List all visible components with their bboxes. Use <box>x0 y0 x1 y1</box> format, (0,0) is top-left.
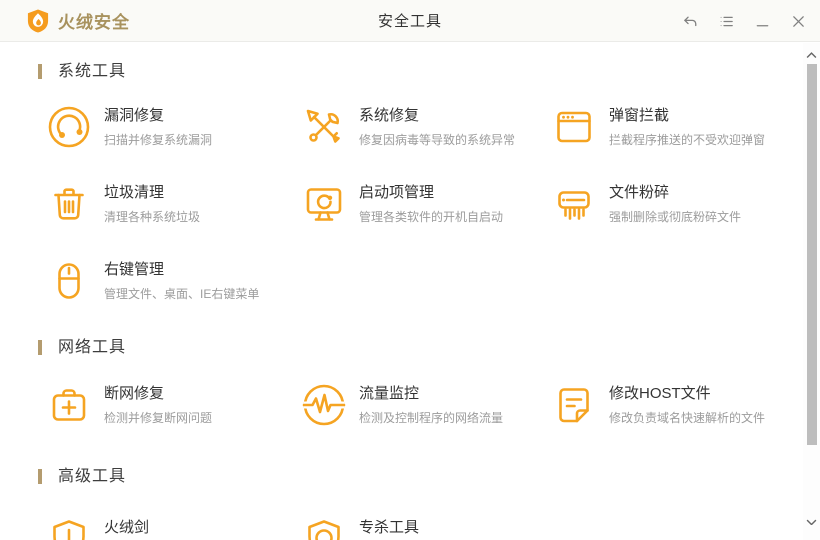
popup-blocker-icon <box>552 105 596 149</box>
tool-desc: 检测及控制程序的网络流量 <box>359 411 504 425</box>
tool-item-file-shredder[interactable]: 文件粉碎强制删除或彻底粉碎文件 <box>552 182 820 228</box>
tool-text: 修改HOST文件修改负责域名快速解析的文件 <box>609 383 765 429</box>
app-brand-name: 火绒安全 <box>58 13 130 32</box>
system-repair-icon <box>302 105 346 149</box>
back-icon[interactable] <box>682 13 698 29</box>
tool-item-vulnerability-fix[interactable]: 漏洞修复扫描并修复系统漏洞 <box>47 105 302 151</box>
page-title: 安全工具 <box>377 13 443 30</box>
section-title: 网络工具 <box>58 339 127 356</box>
app-brand: 火绒安全 <box>27 8 130 33</box>
tool-title: 修改HOST文件 <box>609 385 711 402</box>
section-header: 系统工具 <box>38 62 820 81</box>
tool-desc: 管理各类软件的开机自启动 <box>359 210 504 224</box>
minimize-icon[interactable] <box>754 13 770 29</box>
tool-desc: 管理文件、桌面、IE右键菜单 <box>104 287 260 301</box>
tool-text: 漏洞修复扫描并修复系统漏洞 <box>104 105 212 151</box>
junk-clean-icon <box>47 182 91 226</box>
tool-title: 启动项管理 <box>359 184 435 201</box>
titlebar: 火绒安全 安全工具 <box>0 0 820 42</box>
tool-text: 启动项管理管理各类软件的开机自启动 <box>359 182 503 228</box>
tool-text: 文件粉碎强制删除或彻底粉碎文件 <box>609 182 741 228</box>
section-header: 网络工具 <box>38 338 820 357</box>
tool-desc: 检测并修复断网问题 <box>104 411 213 425</box>
tool-title: 断网修复 <box>104 385 165 402</box>
tools-grid: 断网修复检测并修复断网问题 流量监控检测及控制程序的网络流量 修改HOST文件修改负… <box>47 383 820 429</box>
scroll-down-icon[interactable] <box>806 518 817 526</box>
huorong-logo-icon <box>27 9 49 33</box>
tool-item-context-menu[interactable]: 右键管理管理文件、桌面、IE右键菜单 <box>47 259 302 305</box>
tool-item-junk-clean[interactable]: 垃圾清理清理各种系统垃圾 <box>47 182 302 228</box>
tool-title: 火绒剑 <box>104 519 150 536</box>
tool-text: 火绒剑 <box>104 517 149 540</box>
tool-desc: 扫描并修复系统漏洞 <box>104 133 213 147</box>
tool-text: 断网修复检测并修复断网问题 <box>104 383 212 429</box>
tool-item-specialized-killer[interactable]: 专杀工具 <box>302 517 552 540</box>
host-file-icon <box>552 383 596 427</box>
tool-item-network-repair[interactable]: 断网修复检测并修复断网问题 <box>47 383 302 429</box>
tool-title: 文件粉碎 <box>609 184 670 201</box>
tool-title: 右键管理 <box>104 261 165 278</box>
tool-desc: 拦截程序推送的不受欢迎弹窗 <box>609 133 766 147</box>
section-1: 网络工具断网修复检测并修复断网问题 流量监控检测及控制程序的网络流量 修改HOST文… <box>0 338 820 429</box>
file-shredder-icon <box>552 182 596 226</box>
scrollbar-thumb[interactable] <box>807 64 817 445</box>
section-header: 高级工具 <box>38 467 820 486</box>
tool-item-traffic-monitor[interactable]: 流量监控检测及控制程序的网络流量 <box>302 383 552 429</box>
tool-text: 弹窗拦截拦截程序推送的不受欢迎弹窗 <box>609 105 765 151</box>
scrollbar[interactable] <box>803 43 820 540</box>
tool-desc: 强制删除或彻底粉碎文件 <box>609 210 742 224</box>
tool-title: 系统修复 <box>359 107 420 124</box>
tool-desc: 清理各种系统垃圾 <box>104 210 201 224</box>
tool-desc: 修复因病毒等导致的系统异常 <box>359 133 516 147</box>
tool-item-system-repair[interactable]: 系统修复修复因病毒等导致的系统异常 <box>302 105 552 151</box>
huorong-sword-icon <box>47 517 91 540</box>
section-2: 高级工具火绒剑 专杀工具 <box>0 467 820 540</box>
startup-manager-icon <box>302 182 346 226</box>
section-title: 系统工具 <box>58 63 127 80</box>
network-repair-icon <box>47 383 91 427</box>
tool-text: 右键管理管理文件、桌面、IE右键菜单 <box>104 259 259 305</box>
specialized-killer-icon <box>302 517 346 540</box>
tool-item-host-file[interactable]: 修改HOST文件修改负责域名快速解析的文件 <box>552 383 820 429</box>
window-controls <box>682 0 806 42</box>
tool-title: 流量监控 <box>359 385 420 402</box>
section-accent-bar <box>38 340 42 355</box>
section-0: 系统工具漏洞修复扫描并修复系统漏洞 系统修复修复因病毒等导致的系统异常 弹窗拦截拦截… <box>0 62 820 305</box>
close-icon[interactable] <box>790 13 806 29</box>
section-title: 高级工具 <box>58 468 127 485</box>
tool-text: 专杀工具 <box>359 517 419 540</box>
section-accent-bar <box>38 64 42 79</box>
scroll-up-icon[interactable] <box>806 51 817 59</box>
tools-page: 系统工具漏洞修复扫描并修复系统漏洞 系统修复修复因病毒等导致的系统异常 弹窗拦截拦截… <box>0 62 820 540</box>
tool-title: 垃圾清理 <box>104 184 165 201</box>
vulnerability-fix-icon <box>47 105 91 149</box>
tool-title: 漏洞修复 <box>104 107 165 124</box>
tool-text: 系统修复修复因病毒等导致的系统异常 <box>359 105 515 151</box>
tool-item-huorong-sword[interactable]: 火绒剑 <box>47 517 302 540</box>
section-accent-bar <box>38 469 42 484</box>
tool-text: 垃圾清理清理各种系统垃圾 <box>104 182 200 228</box>
tool-item-startup-manager[interactable]: 启动项管理管理各类软件的开机自启动 <box>302 182 552 228</box>
traffic-monitor-icon <box>302 383 346 427</box>
tool-item-popup-blocker[interactable]: 弹窗拦截拦截程序推送的不受欢迎弹窗 <box>552 105 820 151</box>
tool-title: 弹窗拦截 <box>609 107 670 124</box>
tool-desc: 修改负责域名快速解析的文件 <box>609 411 766 425</box>
tools-grid: 火绒剑 专杀工具 <box>47 517 820 540</box>
context-menu-icon <box>47 259 91 303</box>
tool-text: 流量监控检测及控制程序的网络流量 <box>359 383 503 429</box>
menu-list-icon[interactable] <box>718 13 734 29</box>
tool-title: 专杀工具 <box>359 519 420 536</box>
tools-grid: 漏洞修复扫描并修复系统漏洞 系统修复修复因病毒等导致的系统异常 弹窗拦截拦截程序推送… <box>47 105 820 305</box>
